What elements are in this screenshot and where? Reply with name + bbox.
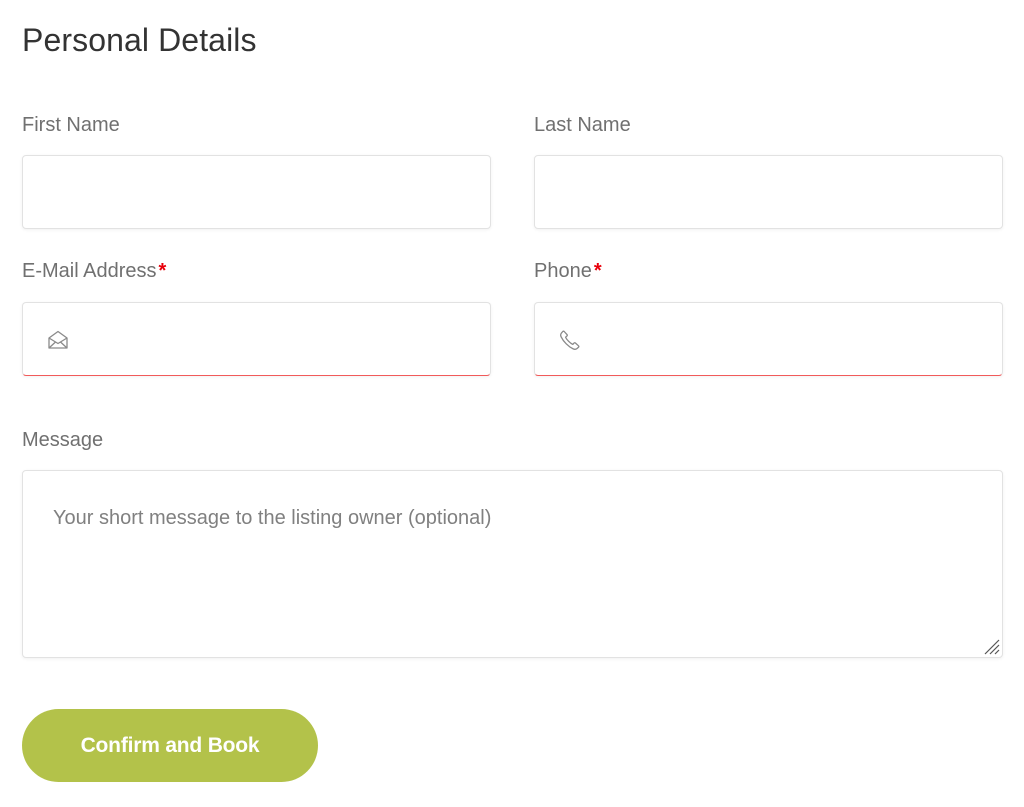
booking-personal-details-form: Personal Details First Name Last Name E-… [0, 0, 1024, 807]
email-field[interactable] [22, 302, 491, 376]
required-asterisk: * [593, 260, 602, 282]
message-label-text: Message [22, 429, 104, 451]
last-name-input[interactable] [535, 156, 1002, 228]
confirm-and-book-button[interactable]: Confirm and Book [22, 709, 318, 782]
phone-input[interactable] [535, 303, 1002, 375]
section-title: Personal Details [22, 22, 257, 58]
phone-field[interactable] [534, 302, 1003, 376]
first-name-label: First Name [22, 113, 120, 137]
email-label-text: E-Mail Address [22, 260, 157, 282]
last-name-label: Last Name [534, 113, 631, 137]
last-name-label-text: Last Name [534, 114, 631, 136]
last-name-field[interactable] [534, 155, 1003, 229]
phone-label: Phone * [534, 259, 602, 283]
envelope-icon [48, 330, 68, 349]
message-textarea[interactable] [23, 471, 1002, 657]
email-input[interactable] [23, 303, 490, 375]
phone-icon [560, 330, 580, 350]
first-name-input[interactable] [23, 156, 490, 228]
first-name-field[interactable] [22, 155, 491, 229]
required-asterisk: * [158, 260, 167, 282]
resize-handle-icon[interactable] [980, 635, 1000, 655]
first-name-label-text: First Name [22, 114, 120, 136]
message-field[interactable] [22, 470, 1003, 658]
message-label: Message [22, 428, 103, 452]
email-label: E-Mail Address * [22, 259, 166, 283]
phone-label-text: Phone [534, 260, 592, 282]
